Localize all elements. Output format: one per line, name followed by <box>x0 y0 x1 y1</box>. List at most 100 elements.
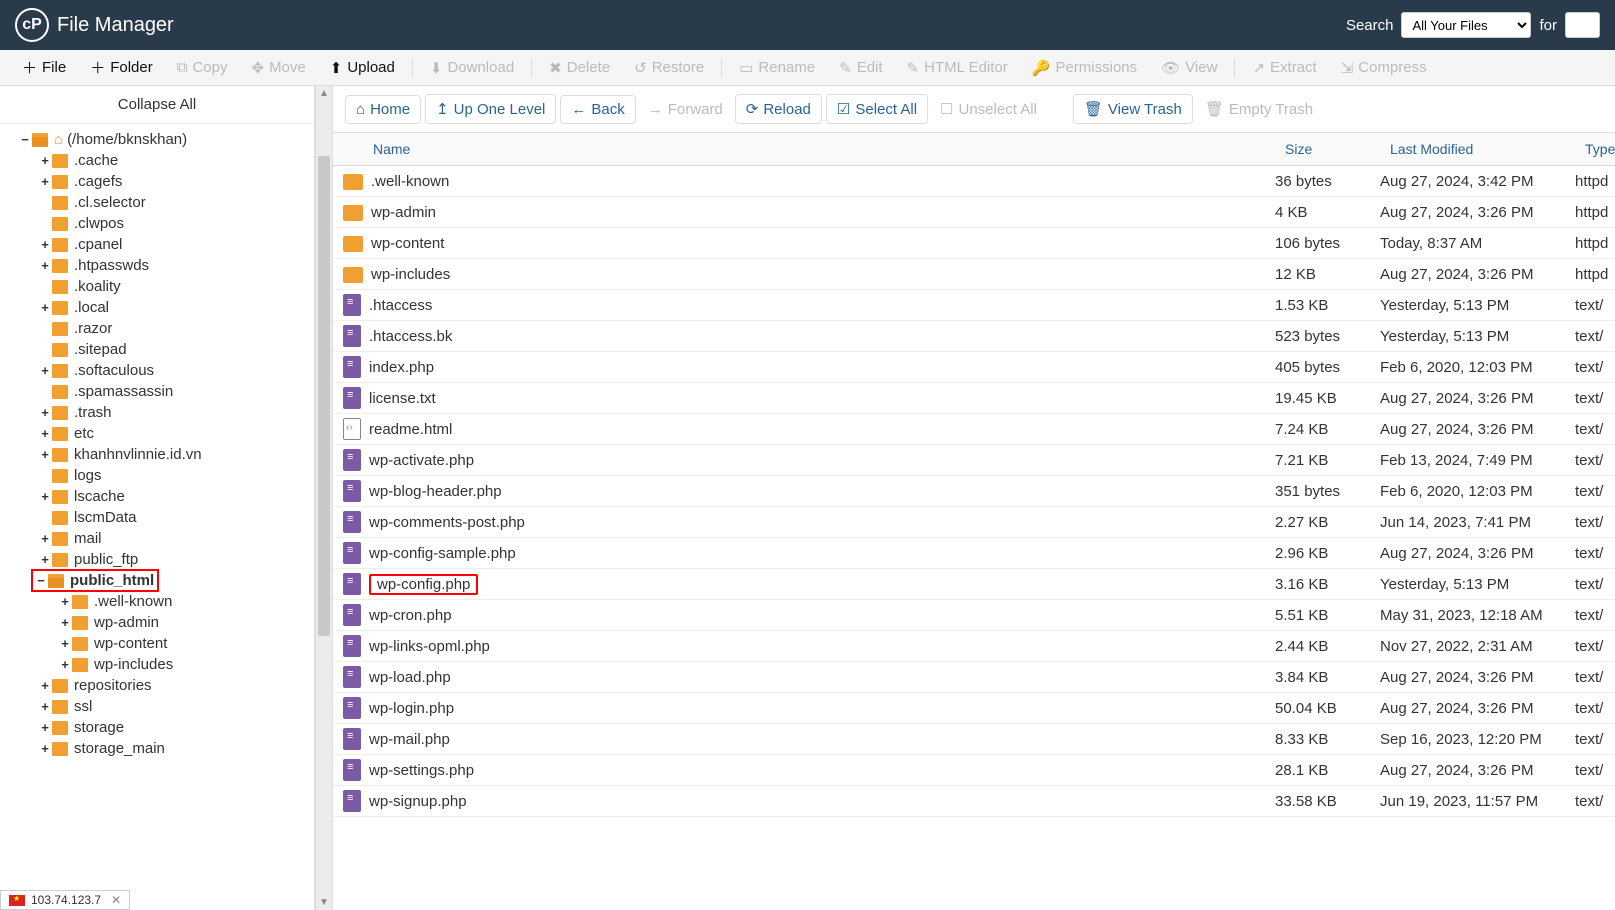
unselect-all-button[interactable]: ☐Unselect All <box>932 95 1045 123</box>
tree-node-mail[interactable]: +mail <box>0 528 314 549</box>
expand-icon[interactable]: + <box>38 363 52 378</box>
tree-node-trash[interactable]: +.trash <box>0 402 314 423</box>
back-button[interactable]: ←Back <box>560 95 635 124</box>
tree-node-spamassassin[interactable]: .spamassassin <box>0 381 314 402</box>
tree-root[interactable]: −⌂(/home/bknskhan) <box>0 129 314 150</box>
expand-icon[interactable]: + <box>38 237 52 252</box>
tree-node-wpincludes[interactable]: +wp-includes <box>0 654 314 675</box>
expand-icon[interactable]: + <box>38 300 52 315</box>
expand-icon[interactable]: + <box>38 531 52 546</box>
file-row[interactable]: wp-comments-post.php2.27 KBJun 14, 2023,… <box>333 507 1615 538</box>
file-row[interactable]: .htaccess1.53 KBYesterday, 5:13 PMtext/ <box>333 290 1615 321</box>
expand-icon[interactable]: + <box>58 615 72 630</box>
tree-node-koality[interactable]: .koality <box>0 276 314 297</box>
expand-icon[interactable]: + <box>38 699 52 714</box>
expand-icon[interactable]: + <box>38 447 52 462</box>
status-bar[interactable]: 103.74.123.7 <box>0 890 130 910</box>
htmleditor-button[interactable]: ✎HTML Editor <box>895 53 1020 83</box>
tree-node-wpadmin[interactable]: +wp-admin <box>0 612 314 633</box>
file-row[interactable]: wp-links-opml.php2.44 KBNov 27, 2022, 2:… <box>333 631 1615 662</box>
tree-node-cpanel[interactable]: +.cpanel <box>0 234 314 255</box>
col-name[interactable]: Name <box>333 133 1275 165</box>
tree-node-public_ftp[interactable]: +public_ftp <box>0 549 314 570</box>
file-row[interactable]: wp-activate.php7.21 KBFeb 13, 2024, 7:49… <box>333 445 1615 476</box>
compress-button[interactable]: ⇲Compress <box>1329 53 1439 83</box>
file-row[interactable]: wp-cron.php5.51 KBMay 31, 2023, 12:18 AM… <box>333 600 1615 631</box>
expand-icon[interactable]: + <box>38 741 52 756</box>
file-row[interactable]: wp-admin4 KBAug 27, 2024, 3:26 PMhttpd <box>333 197 1615 228</box>
home-button[interactable]: ⌂Home <box>345 95 421 124</box>
expand-icon[interactable]: + <box>38 258 52 273</box>
file-row[interactable]: wp-config.php3.16 KBYesterday, 5:13 PMte… <box>333 569 1615 600</box>
expand-icon[interactable]: + <box>38 174 52 189</box>
tree-node-htpasswds[interactable]: +.htpasswds <box>0 255 314 276</box>
expand-icon[interactable]: + <box>38 678 52 693</box>
tree-node-razor[interactable]: .razor <box>0 318 314 339</box>
tree-scrollbar[interactable]: ▲ ▼ <box>315 86 333 910</box>
upload-button[interactable]: ⬆Upload <box>318 53 407 83</box>
file-row[interactable]: wp-content106 bytesToday, 8:37 AMhttpd <box>333 228 1615 259</box>
tree-node-clselector[interactable]: .cl.selector <box>0 192 314 213</box>
select-all-button[interactable]: ☑Select All <box>826 94 928 124</box>
expand-icon[interactable]: − <box>18 132 32 147</box>
file-row[interactable]: .htaccess.bk523 bytesYesterday, 5:13 PMt… <box>333 321 1615 352</box>
file-row[interactable]: wp-load.php3.84 KBAug 27, 2024, 3:26 PMt… <box>333 662 1615 693</box>
file-row[interactable]: wp-signup.php33.58 KBJun 19, 2023, 11:57… <box>333 786 1615 817</box>
tree-node-cagefs[interactable]: +.cagefs <box>0 171 314 192</box>
search-scope-select[interactable]: All Your Files <box>1401 12 1531 38</box>
tree-node-logs[interactable]: logs <box>0 465 314 486</box>
file-row[interactable]: .well-known36 bytesAug 27, 2024, 3:42 PM… <box>333 166 1615 197</box>
tree-node-lscache[interactable]: +lscache <box>0 486 314 507</box>
tree-node-clwpos[interactable]: .clwpos <box>0 213 314 234</box>
expand-icon[interactable]: + <box>38 426 52 441</box>
delete-button[interactable]: ✖Delete <box>537 53 622 83</box>
col-modified[interactable]: Last Modified <box>1380 133 1575 165</box>
extract-button[interactable]: ↗Extract <box>1240 53 1328 83</box>
tree-node-softaculous[interactable]: +.softaculous <box>0 360 314 381</box>
file-row[interactable]: wp-login.php50.04 KBAug 27, 2024, 3:26 P… <box>333 693 1615 724</box>
file-row[interactable]: wp-config-sample.php2.96 KBAug 27, 2024,… <box>333 538 1615 569</box>
file-row[interactable]: wp-blog-header.php351 bytesFeb 6, 2020, … <box>333 476 1615 507</box>
expand-icon[interactable]: + <box>58 636 72 651</box>
search-input[interactable] <box>1565 12 1600 38</box>
file-row[interactable]: license.txt19.45 KBAug 27, 2024, 3:26 PM… <box>333 383 1615 414</box>
tree-node-khanhnvlinnieidvn[interactable]: +khanhnvlinnie.id.vn <box>0 444 314 465</box>
tree-node-sitepad[interactable]: .sitepad <box>0 339 314 360</box>
tree-node-lscmData[interactable]: lscmData <box>0 507 314 528</box>
rename-button[interactable]: ▭Rename <box>727 53 827 83</box>
tree-node-storage_main[interactable]: +storage_main <box>0 738 314 759</box>
tree-node-storage[interactable]: +storage <box>0 717 314 738</box>
col-type[interactable]: Type <box>1575 133 1615 165</box>
col-size[interactable]: Size <box>1275 133 1380 165</box>
view-trash-button[interactable]: 🗑View Trash <box>1073 94 1193 124</box>
edit-button[interactable]: ✎Edit <box>827 53 894 83</box>
file-row[interactable]: readme.html7.24 KBAug 27, 2024, 3:26 PMt… <box>333 414 1615 445</box>
file-row[interactable]: wp-includes12 KBAug 27, 2024, 3:26 PMhtt… <box>333 259 1615 290</box>
move-button[interactable]: ✥Move <box>239 53 317 83</box>
expand-icon[interactable]: + <box>58 594 72 609</box>
file-button[interactable]: ＋File <box>10 51 78 84</box>
file-row[interactable]: wp-mail.php8.33 KBSep 16, 2023, 12:20 PM… <box>333 724 1615 755</box>
tree-node-local[interactable]: +.local <box>0 297 314 318</box>
expand-icon[interactable]: + <box>38 153 52 168</box>
copy-button[interactable]: ⧉Copy <box>165 53 240 82</box>
tree-node-repositories[interactable]: +repositories <box>0 675 314 696</box>
tree-node-etc[interactable]: +etc <box>0 423 314 444</box>
tree-node-ssl[interactable]: +ssl <box>0 696 314 717</box>
reload-button[interactable]: ⟳Reload <box>735 94 822 124</box>
tree-node-wellknown[interactable]: +.well-known <box>0 591 314 612</box>
tree-node-wpcontent[interactable]: +wp-content <box>0 633 314 654</box>
scroll-down-icon[interactable]: ▼ <box>316 897 332 908</box>
forward-button[interactable]: →Forward <box>640 96 731 123</box>
download-button[interactable]: ⬇Download <box>418 53 526 83</box>
expand-icon[interactable]: + <box>38 489 52 504</box>
empty-trash-button[interactable]: 🗑Empty Trash <box>1197 95 1321 123</box>
expand-icon[interactable]: + <box>38 405 52 420</box>
collapse-all-button[interactable]: Collapse All <box>0 86 314 124</box>
file-row[interactable]: index.php405 bytesFeb 6, 2020, 12:03 PMt… <box>333 352 1615 383</box>
expand-icon[interactable]: + <box>38 552 52 567</box>
scroll-up-icon[interactable]: ▲ <box>316 88 332 99</box>
restore-button[interactable]: ↺Restore <box>622 53 716 83</box>
tree-node-public_html[interactable]: −public_html <box>32 570 158 591</box>
expand-icon[interactable]: + <box>58 657 72 672</box>
